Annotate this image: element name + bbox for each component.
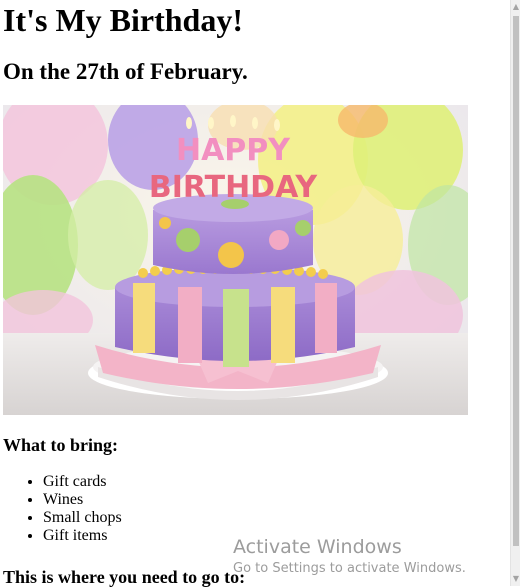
list-item: Gift items bbox=[43, 527, 122, 545]
list-item: Wines bbox=[43, 491, 122, 509]
scroll-up-arrow-icon[interactable]: ▲ bbox=[511, 0, 520, 14]
location-heading: This is where you need to go to: bbox=[3, 567, 246, 587]
watermark-title: Activate Windows bbox=[233, 536, 402, 558]
page-title: It's My Birthday! bbox=[3, 2, 243, 38]
list-item: Gift cards bbox=[43, 473, 122, 491]
watermark-subtitle: Go to Settings to activate Windows. bbox=[233, 561, 466, 576]
birthday-candles: BIRTHDAY bbox=[149, 170, 319, 205]
scroll-down-arrow-icon[interactable]: ▼ bbox=[511, 572, 520, 586]
list-item: Small chops bbox=[43, 509, 122, 527]
vertical-scrollbar[interactable]: ▲ ▼ bbox=[510, 0, 520, 586]
bring-heading: What to bring: bbox=[3, 435, 119, 455]
bring-list: Gift cards Wines Small chops Gift items bbox=[3, 473, 122, 545]
activate-windows-watermark: Activate Windows Go to Settings to activ… bbox=[233, 536, 466, 578]
page-subtitle: On the 27th of February. bbox=[3, 59, 248, 84]
scrollbar-thumb[interactable] bbox=[513, 16, 519, 546]
birthday-cake-image: HAPPY BIRTHDAY bbox=[3, 105, 468, 415]
happy-candles: HAPPY bbox=[176, 133, 291, 168]
